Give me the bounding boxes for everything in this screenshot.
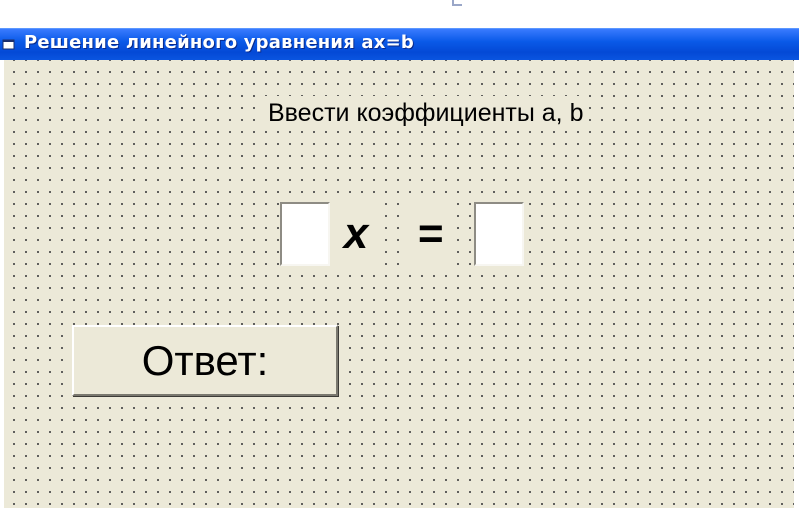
- coefficient-a-input[interactable]: [280, 202, 330, 266]
- window-title: Решение линейного уравнения ax=b: [24, 32, 414, 53]
- window-frame-right: [794, 60, 799, 511]
- form-app-icon: [2, 39, 15, 50]
- title-bar[interactable]: Решение линейного уравнения ax=b: [0, 28, 799, 60]
- resize-handle-mark: [452, 0, 462, 6]
- form-client-area: Ввести коэффициенты a, b x = Ответ:: [4, 60, 794, 508]
- answer-button[interactable]: Ответ:: [72, 325, 338, 396]
- app-window: Решение линейного уравнения ax=b Ввести …: [0, 0, 799, 511]
- window-top-edge: [0, 0, 799, 28]
- variable-x-label: x: [336, 202, 376, 266]
- coefficient-b-input[interactable]: [474, 202, 524, 266]
- equals-sign-label: =: [408, 202, 452, 266]
- prompt-label: Ввести коэффициенты a, b: [262, 96, 590, 130]
